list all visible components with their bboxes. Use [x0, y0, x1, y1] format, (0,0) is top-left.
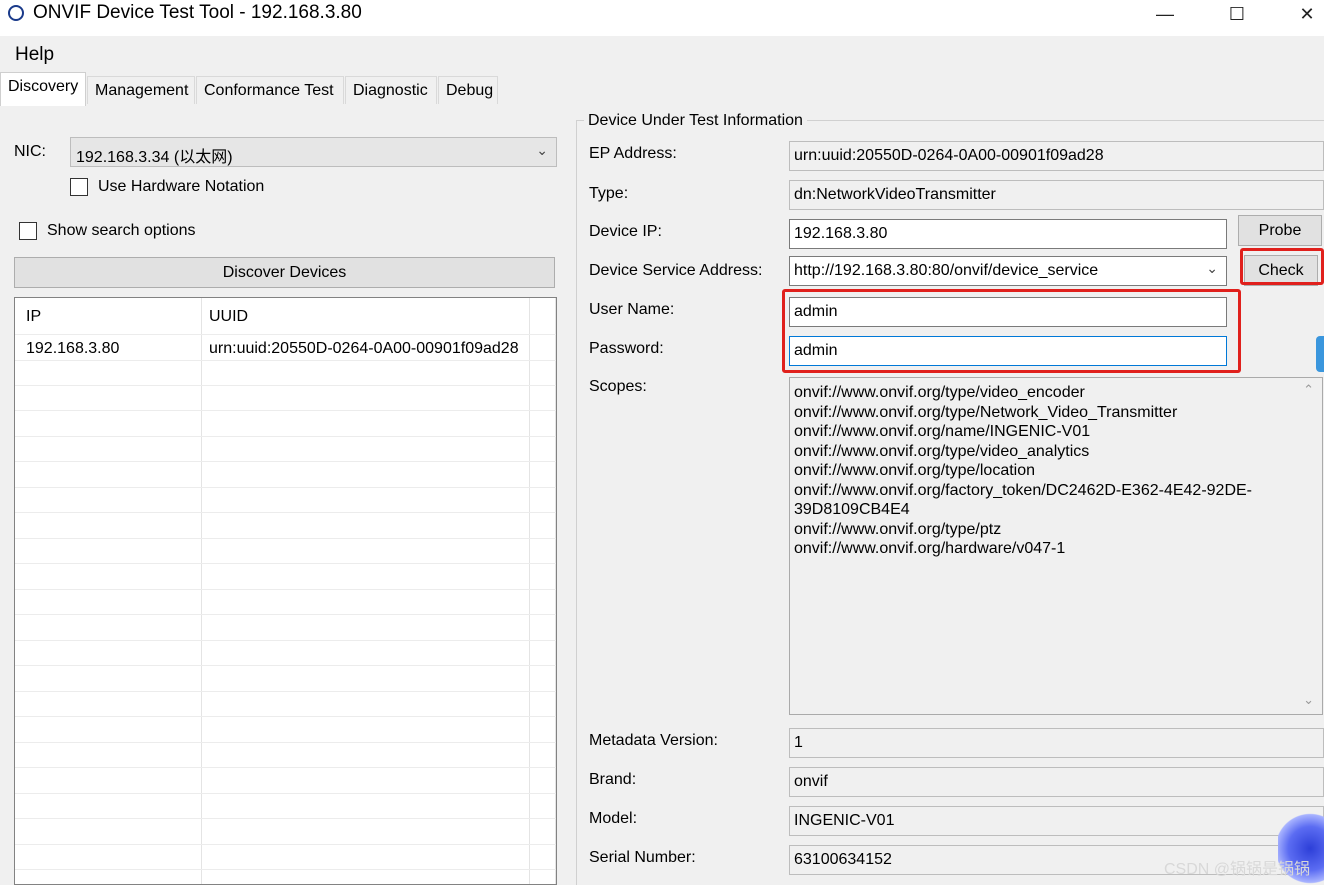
menu-bar: Help: [0, 36, 1324, 72]
ep-address-field[interactable]: urn:uuid:20550D-0264-0A00-00901f09ad28: [789, 141, 1324, 171]
search-options-label: Show search options: [47, 222, 196, 239]
scopes-label: Scopes:: [589, 378, 647, 395]
device-ip-cell: 192.168.3.80: [26, 340, 120, 357]
brand-field[interactable]: onvif: [789, 767, 1324, 797]
model-field[interactable]: INGENIC-V01: [789, 806, 1324, 836]
title-bar: ONVIF Device Test Tool - 192.168.3.80 — …: [0, 0, 1324, 34]
credentials-highlight-box: [782, 289, 1241, 373]
type-label: Type:: [589, 185, 629, 202]
device-list[interactable]: IP UUID 192.168.3.80 urn:uuid:20550D-026…: [14, 297, 557, 885]
nic-label: NIC:: [14, 143, 46, 160]
column-header-ip[interactable]: IP: [26, 308, 41, 326]
chevron-down-icon: ⌄: [536, 142, 548, 158]
brand-label: Brand:: [589, 771, 637, 788]
service-address-combo[interactable]: http://192.168.3.80:80/onvif/device_serv…: [789, 256, 1227, 286]
close-button[interactable]: ✕: [1284, 0, 1324, 28]
chevron-down-icon: ⌄: [1206, 260, 1218, 276]
discover-devices-button[interactable]: Discover Devices: [14, 257, 555, 288]
metadata-version-field[interactable]: 1: [789, 728, 1324, 758]
menu-help[interactable]: Help: [15, 44, 54, 66]
scroll-down-icon[interactable]: ⌄: [1303, 692, 1314, 708]
username-label: User Name:: [589, 301, 675, 318]
hardware-notation-checkbox[interactable]: [70, 178, 88, 196]
discover-devices-label: Discover Devices: [222, 263, 347, 281]
hardware-notation-label: Use Hardware Notation: [98, 178, 265, 195]
column-header-uuid[interactable]: UUID: [209, 308, 248, 326]
probe-button[interactable]: Probe: [1238, 215, 1322, 246]
metadata-version-label: Metadata Version:: [589, 732, 718, 749]
maximize-button[interactable]: ☐: [1214, 0, 1260, 28]
model-label: Model:: [589, 810, 638, 827]
tab-management[interactable]: Management: [87, 76, 195, 104]
tab-strip: Discovery Management Conformance Test Di…: [0, 72, 1324, 107]
device-ip-label: Device IP:: [589, 223, 662, 240]
scopes-textarea[interactable]: onvif://www.onvif.org/type/video_encoder…: [789, 377, 1323, 715]
scroll-up-icon[interactable]: ⌃: [1303, 382, 1314, 398]
search-options-checkbox[interactable]: [19, 222, 37, 240]
password-label: Password:: [589, 340, 664, 357]
device-uuid-cell: urn:uuid:20550D-0264-0A00-00901f09ad28: [209, 340, 519, 357]
check-highlight-box: [1240, 248, 1324, 285]
dut-group-title: Device Under Test Information: [584, 112, 807, 130]
tab-conformance-test[interactable]: Conformance Test: [196, 76, 344, 104]
type-field[interactable]: dn:NetworkVideoTransmitter: [789, 180, 1324, 210]
side-tab-handle[interactable]: [1316, 336, 1324, 372]
device-ip-field[interactable]: 192.168.3.80: [789, 219, 1227, 249]
nic-select[interactable]: 192.168.3.34 (以太网) ⌄: [70, 137, 557, 167]
tab-debug[interactable]: Debug: [438, 76, 498, 104]
onvif-circle-icon: [8, 5, 24, 21]
ep-address-label: EP Address:: [589, 145, 677, 162]
serial-number-label: Serial Number:: [589, 849, 696, 866]
window-title: ONVIF Device Test Tool - 192.168.3.80: [33, 2, 362, 23]
minimize-button[interactable]: —: [1142, 0, 1188, 28]
tab-diagnostic[interactable]: Diagnostic: [345, 76, 437, 104]
nic-value: 192.168.3.34 (以太网): [76, 149, 233, 166]
csdn-watermark: CSDN @锅锅是锅锅: [1163, 861, 1310, 878]
tab-discovery[interactable]: Discovery: [0, 72, 86, 106]
service-address-label: Device Service Address:: [589, 262, 763, 279]
